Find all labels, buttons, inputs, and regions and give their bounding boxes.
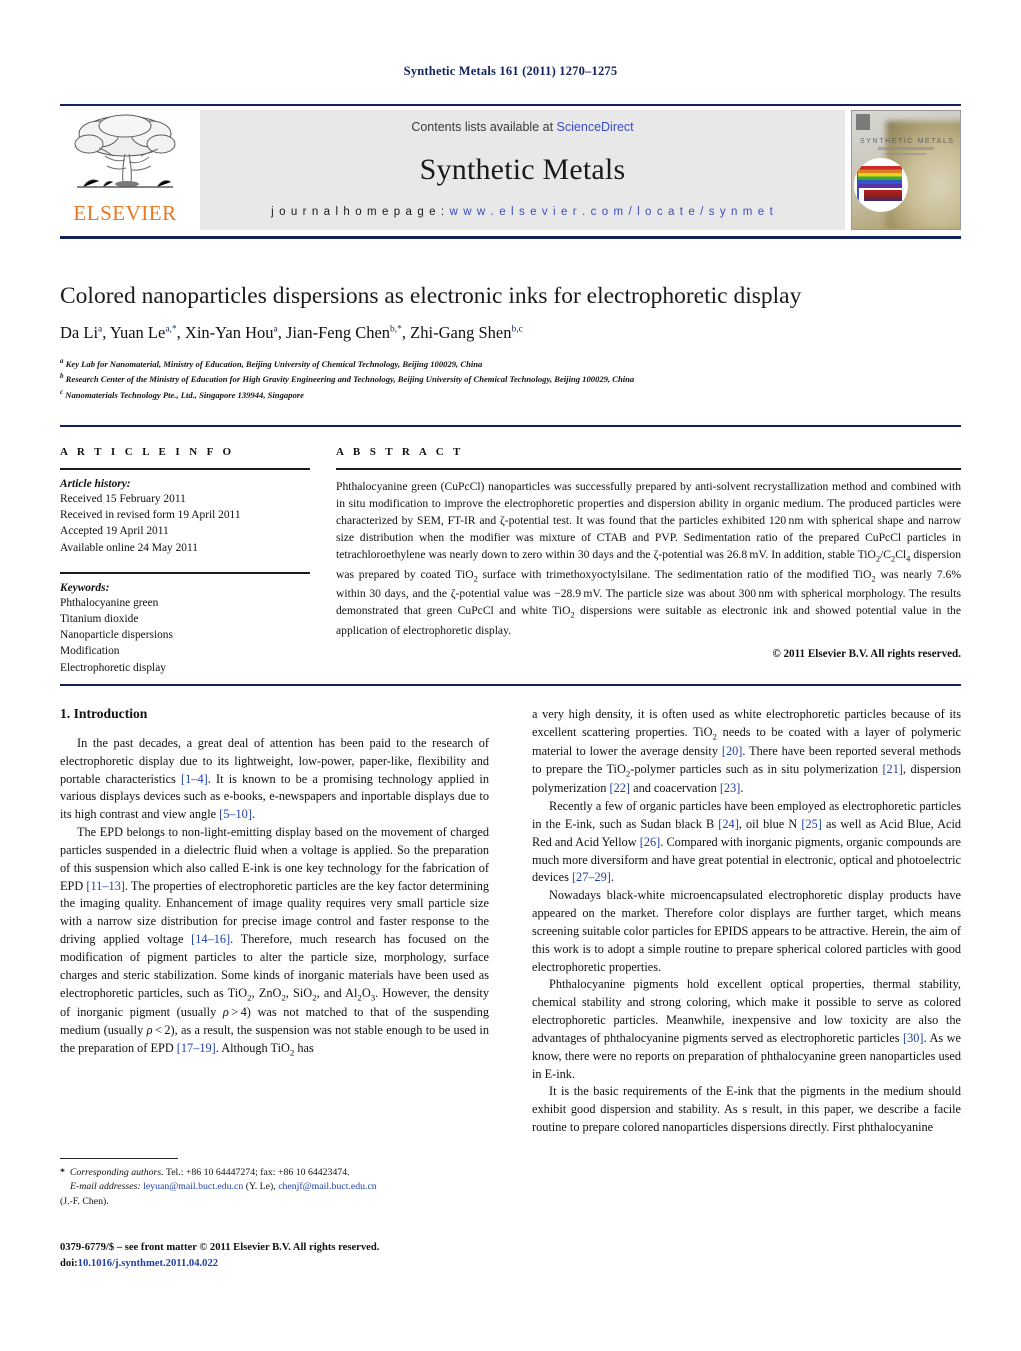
affiliation-mark: a bbox=[60, 356, 64, 365]
title-block: Colored nanoparticles dispersions as ele… bbox=[60, 282, 961, 403]
article-info-rule bbox=[60, 468, 310, 470]
affiliation-item: a Key Lab for Nanomaterial, Ministry of … bbox=[60, 356, 483, 369]
abstract-rule bbox=[336, 468, 961, 470]
running-head: Synthetic Metals 161 (2011) 1270–1275 bbox=[403, 64, 618, 78]
keyword-item: Electrophoretic display bbox=[60, 661, 166, 674]
sciencedirect-link[interactable]: ScienceDirect bbox=[557, 120, 634, 134]
article-info-column: A R T I C L E I N F O Article history: R… bbox=[60, 446, 310, 676]
body-top-rule bbox=[60, 684, 961, 686]
info-top-rule bbox=[60, 425, 961, 427]
cover-spectrum-bands-lower bbox=[864, 190, 902, 201]
cover-spectrum-bands bbox=[858, 166, 902, 188]
paragraph: It is the basic requirements of the E-in… bbox=[532, 1084, 961, 1134]
elsevier-logo: ELSEVIER bbox=[60, 106, 190, 234]
affiliation-list: a Key Lab for Nanomaterial, Ministry of … bbox=[60, 356, 961, 403]
email-addresses-continuation: (J.-F. Chen). bbox=[60, 1195, 109, 1207]
copyright-notice: © 2011 Elsevier B.V. All rights reserved… bbox=[772, 647, 961, 660]
front-matter-block: 0379-6779/$ – see front matter © 2011 El… bbox=[60, 1240, 580, 1272]
section-heading-introduction: 1. Introduction bbox=[60, 706, 148, 721]
cover-journal-name: SYNTHETIC METALS bbox=[860, 138, 955, 145]
journal-cover-thumbnail: SYNTHETIC METALS bbox=[851, 110, 961, 230]
doi-line: doi:10.1016/j.synthmet.2011.04.022 bbox=[60, 1256, 580, 1272]
paragraph: Recently a few of organic particles have… bbox=[532, 799, 962, 885]
paragraph: Phthalocyanine pigments hold excellent o… bbox=[532, 977, 961, 1081]
history-item: Available online 24 May 2011 bbox=[60, 541, 198, 554]
article-info-heading: A R T I C L E I N F O bbox=[60, 446, 235, 458]
doi-value[interactable]: 10.1016/j.synthmet.2011.04.022 bbox=[78, 1258, 218, 1269]
abstract-heading: A B S T R A C T bbox=[336, 446, 464, 458]
journal-homepage-line: j o u r n a l h o m e p a g e : w w w . … bbox=[271, 206, 774, 218]
footnote-block: * Corresponding authors. Tel.: +86 10 64… bbox=[60, 1158, 489, 1209]
paragraph: Nowadays black-white microencapsulated e… bbox=[532, 888, 961, 974]
contents-prefix: Contents lists available at bbox=[411, 120, 554, 134]
footnote-rule bbox=[60, 1158, 178, 1159]
abstract-column: A B S T R A C T Phthalocyanine green (Cu… bbox=[336, 446, 961, 676]
body-column-left: 1. Introduction In the past decades, a g… bbox=[60, 706, 489, 1137]
affiliation-mark: b bbox=[60, 372, 64, 381]
paragraph: In the past decades, a great deal of att… bbox=[60, 736, 489, 822]
abstract-text: Phthalocyanine green (CuPcCl) nanopartic… bbox=[336, 480, 962, 637]
elsevier-tree-icon bbox=[74, 114, 176, 188]
cover-subtitle-bar-2 bbox=[886, 153, 926, 155]
keyword-item: Modification bbox=[60, 645, 120, 658]
journal-article-page: Synthetic Metals 161 (2011) 1270–1275 EL… bbox=[0, 0, 1021, 1351]
masthead-bottom-rule bbox=[60, 236, 961, 239]
paragraph: a very high density, it is often used as… bbox=[532, 707, 961, 796]
keyword-item: Nanoparticle dispersions bbox=[60, 629, 173, 642]
journal-title: Synthetic Metals bbox=[419, 153, 626, 186]
elsevier-wordmark: ELSEVIER bbox=[73, 201, 177, 225]
homepage-label: j o u r n a l h o m e p a g e : bbox=[271, 206, 446, 218]
corresponding-author-note: * Corresponding authors. Tel.: +86 10 64… bbox=[60, 1167, 350, 1178]
keyword-item: Phthalocyanine green bbox=[60, 596, 159, 609]
journal-masthead: ELSEVIER Contents lists available at Sci… bbox=[60, 104, 961, 234]
history-item: Received 15 February 2011 bbox=[60, 493, 186, 505]
paragraph: The EPD belongs to non-light-emitting di… bbox=[60, 825, 489, 1057]
doi-label: doi: bbox=[60, 1257, 78, 1269]
article-history-label: Article history: bbox=[60, 478, 131, 490]
cover-elsevier-mark bbox=[856, 114, 870, 130]
homepage-url[interactable]: w w w . e l s e v i e r . c o m / l o c … bbox=[450, 206, 774, 218]
info-abstract-section: A R T I C L E I N F O Article history: R… bbox=[60, 446, 961, 676]
page-title: Colored nanoparticles dispersions as ele… bbox=[60, 283, 802, 309]
cover-subtitle-bar bbox=[878, 147, 934, 150]
history-item: Accepted 19 April 2011 bbox=[60, 525, 169, 538]
keywords-rule bbox=[60, 571, 310, 574]
issn-copyright-line: 0379-6779/$ – see front matter © 2011 El… bbox=[60, 1242, 380, 1253]
contents-list-line: Contents lists available at ScienceDirec… bbox=[411, 120, 633, 134]
body-column-right: a very high density, it is often used as… bbox=[532, 706, 961, 1137]
keyword-item: Titanium dioxide bbox=[60, 612, 139, 625]
article-body: 1. Introduction In the past decades, a g… bbox=[60, 706, 961, 1137]
affiliation-item: c Nanomaterials Technology Pte., Ltd., S… bbox=[60, 388, 304, 401]
author-list: Da Lia, Yuan Lea,*, Xin-Yan Houa, Jian-F… bbox=[60, 323, 523, 343]
affiliation-item: b Research Center of the Ministry of Edu… bbox=[60, 372, 635, 385]
journal-banner: Contents lists available at ScienceDirec… bbox=[200, 110, 845, 230]
cover-spectrum-circle bbox=[854, 158, 908, 212]
email-addresses-note: E-mail addresses: leyuan@mail.buct.edu.c… bbox=[70, 1181, 377, 1193]
history-item: Received in revised form 19 April 2011 bbox=[60, 509, 241, 522]
affiliation-mark: c bbox=[60, 388, 64, 397]
keywords-label: Keywords: bbox=[60, 581, 110, 594]
